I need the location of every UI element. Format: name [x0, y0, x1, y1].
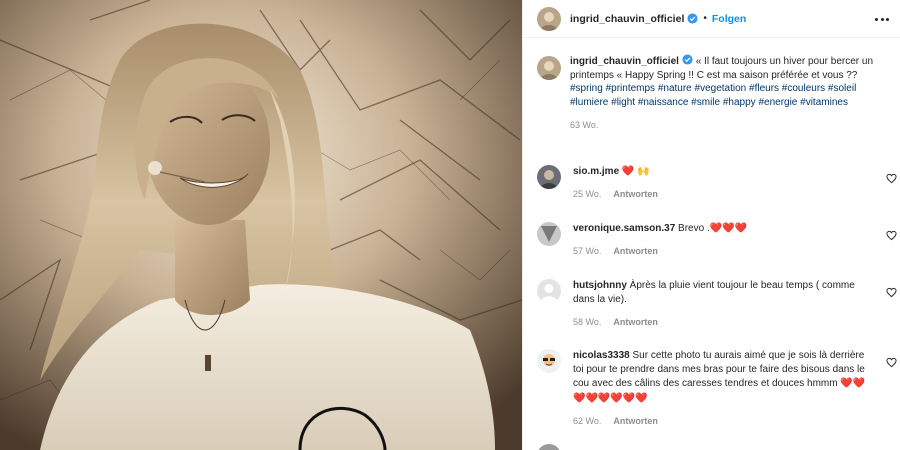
comment-username[interactable]: veronique.samson.37: [573, 223, 675, 234]
post-header: ingrid_chauvin_officiel • Folgen: [523, 0, 900, 38]
comment-time[interactable]: 62 Wo.: [573, 414, 601, 428]
comment-avatar[interactable]: [537, 444, 561, 450]
reply-button[interactable]: Antworten: [613, 244, 658, 258]
post-photo[interactable]: [0, 0, 522, 450]
reply-button[interactable]: Antworten: [613, 187, 658, 201]
follow-button[interactable]: Folgen: [712, 13, 746, 25]
comment-time[interactable]: 57 Wo.: [573, 244, 601, 258]
comment-item: [537, 444, 897, 450]
header-separator: •: [703, 13, 707, 24]
comment-username[interactable]: nicolas3338: [573, 350, 630, 361]
heart-outline-icon[interactable]: [886, 173, 897, 184]
comment-avatar[interactable]: [537, 279, 561, 303]
post-caption: ingrid_chauvin_officiel « Il faut toujou…: [537, 54, 887, 133]
caption-hashtags[interactable]: #spring #printemps #nature #vegetation #…: [570, 83, 856, 108]
reply-button[interactable]: Antworten: [613, 315, 658, 329]
comment-username[interactable]: hutsjohnny: [573, 280, 627, 291]
verified-badge-icon: [687, 13, 698, 24]
comment-time[interactable]: 25 Wo.: [573, 187, 601, 201]
more-options-icon[interactable]: [875, 12, 889, 26]
heart-outline-icon[interactable]: [886, 287, 897, 298]
comment-avatar[interactable]: [537, 165, 561, 189]
reply-button[interactable]: Antworten: [613, 414, 658, 428]
sepia-portrait-image: [0, 0, 522, 450]
comment-item: nicolas3338 Sur cette photo tu aurais ai…: [537, 349, 897, 428]
comment-text: Brevo .: [678, 223, 710, 234]
comment-avatar[interactable]: [537, 222, 561, 246]
caption-time[interactable]: 63 Wo.: [570, 119, 886, 133]
caption-username[interactable]: ingrid_chauvin_officiel: [570, 56, 679, 67]
comment-emoji: ❤️❤️❤️: [709, 223, 748, 234]
comment-emoji: ❤️ 🙌: [621, 166, 650, 177]
author-avatar[interactable]: [537, 6, 561, 31]
comment-time[interactable]: 58 Wo.: [573, 315, 601, 329]
heart-outline-icon[interactable]: [886, 357, 897, 368]
instagram-post: ingrid_chauvin_officiel • Folgen ingrid_…: [0, 0, 900, 450]
post-side-panel: ingrid_chauvin_officiel • Folgen ingrid_…: [522, 0, 900, 450]
comment-item: sio.m.jme ❤️ 🙌 25 Wo. Antworten: [537, 165, 897, 201]
heart-outline-icon[interactable]: [886, 230, 897, 241]
verified-badge-icon: [682, 54, 693, 65]
comment-avatar[interactable]: [537, 349, 561, 373]
comment-username[interactable]: sio.m.jme: [573, 166, 619, 177]
caption-avatar[interactable]: [537, 56, 561, 80]
author-username[interactable]: ingrid_chauvin_officiel: [570, 13, 684, 25]
comment-item: hutsjohnny Àprès la pluie vient toujour …: [537, 279, 897, 330]
comment-item: veronique.samson.37 Brevo .❤️❤️❤️ 57 Wo.…: [537, 222, 897, 258]
